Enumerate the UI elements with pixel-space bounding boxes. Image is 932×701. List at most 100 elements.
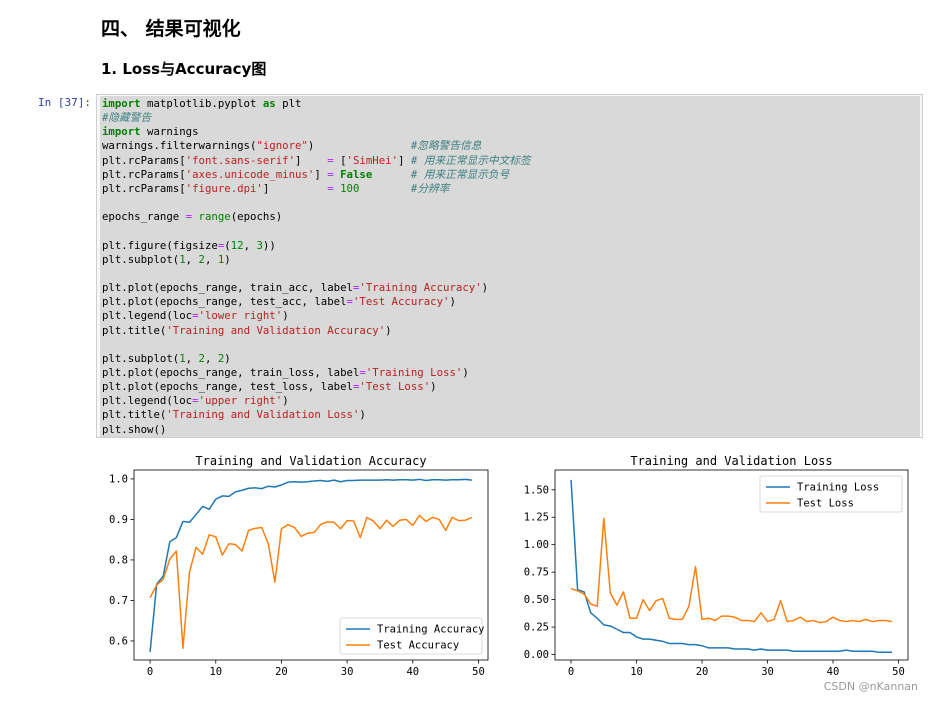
code-token: , xyxy=(185,252,199,266)
code-token: plt.plot(epochs_range, test_loss, label xyxy=(102,380,353,394)
code-token: 'Training Loss' xyxy=(365,365,463,379)
code-line: plt.legend(loc='lower right') xyxy=(102,309,289,322)
code-token: , xyxy=(204,252,218,266)
code-token: ] xyxy=(314,167,328,181)
code-token: )) xyxy=(262,238,276,252)
x-tick-label: 40 xyxy=(406,666,419,678)
code-token: , xyxy=(185,351,199,365)
code-token: warnings xyxy=(140,125,199,139)
x-tick-label: 10 xyxy=(209,666,222,678)
legend-label: Training Accuracy xyxy=(377,624,484,636)
code-token: plt.subplot( xyxy=(102,351,180,365)
code-token: as xyxy=(262,97,276,110)
code-token: #隐藏警告 xyxy=(102,111,152,125)
code-token: plt.rcParams[ xyxy=(102,181,186,195)
code-token: ) xyxy=(307,139,411,153)
x-tick-label: 30 xyxy=(341,666,354,678)
code-token: ) xyxy=(224,351,231,365)
code-token: 'upper right' xyxy=(198,394,283,408)
code-line: plt.rcParams['figure.dpi'] = 100 #分辨率 xyxy=(102,182,449,195)
x-tick-label: 40 xyxy=(827,666,840,678)
code-line: plt.legend(loc='upper right') xyxy=(102,394,289,407)
y-tick-label: 0.50 xyxy=(524,594,549,606)
code-line: import matplotlib.pyplot as plt xyxy=(102,97,302,110)
code-token: warnings.filterwarnings( xyxy=(102,139,257,153)
code-token: ) xyxy=(282,309,289,323)
code-token: epochs_range xyxy=(102,210,186,224)
code-line: import warnings xyxy=(102,125,199,138)
code-token: 'Test Accuracy' xyxy=(352,295,450,309)
code-token: plt.title( xyxy=(102,323,167,337)
x-tick-label: 0 xyxy=(147,666,153,678)
subsection-title: 1. Loss与Accuracy图 xyxy=(101,60,267,78)
legend-label: Test Loss xyxy=(797,498,854,510)
code-token: plt.legend(loc xyxy=(102,394,193,408)
code-token: plt xyxy=(275,97,302,110)
code-token: ] xyxy=(262,181,328,195)
cell-prompt: In [37]: xyxy=(38,96,91,109)
chart-title: Training and Validation Accuracy xyxy=(195,454,426,468)
code-token: , xyxy=(204,351,218,365)
code-token: ) xyxy=(385,323,392,337)
code-token: plt.rcParams[ xyxy=(102,167,186,181)
code-token: #忽略警告信息 xyxy=(410,139,482,153)
code-token: 'lower right' xyxy=(198,309,283,323)
code-token: [ xyxy=(333,153,347,167)
output-figure: Training and Validation Accuracy 0 10 20 30 4… xyxy=(109,454,909,678)
code-token: 'SimHei' xyxy=(346,153,399,167)
code-token: range xyxy=(198,210,231,224)
code-token: ) xyxy=(481,281,489,295)
chart-1: Training and Validation Accuracy 0 10 20 30 4… xyxy=(109,454,489,678)
code-line: plt.plot(epochs_range, test_loss, label=… xyxy=(102,380,437,393)
code-token: 'axes.unicode_minus' xyxy=(185,167,315,181)
legend-label: Training Loss xyxy=(797,482,879,494)
chart-title: Training and Validation Loss xyxy=(630,454,832,468)
code-cell[interactable]: import matplotlib.pyplot as plt #隐藏警告 im… xyxy=(96,94,923,438)
code-token: ) xyxy=(462,365,469,379)
code-token: plt.legend(loc xyxy=(102,309,193,323)
code-token: , xyxy=(243,238,257,252)
x-tick-label: 10 xyxy=(630,666,643,678)
code-token: 'Training Accuracy' xyxy=(359,281,482,295)
code-token: plt.title( xyxy=(102,408,167,422)
code-line: plt.rcParams['axes.unicode_minus'] = Fal… xyxy=(102,168,509,181)
x-tick-label: 20 xyxy=(696,666,709,678)
y-tick-label: 0.9 xyxy=(109,514,128,526)
code-line: plt.plot(epochs_range, train_loss, label… xyxy=(102,366,469,379)
code-token: # 用来正常显示中文标签 xyxy=(410,153,531,167)
code-token: plt.plot(epochs_range, train_loss, label xyxy=(102,365,360,379)
code-line: #隐藏警告 xyxy=(102,111,151,124)
y-tick-label: 0.25 xyxy=(524,622,549,634)
code-token: plt.subplot( xyxy=(102,252,180,266)
code-token: plt.figure(figsize xyxy=(102,238,218,252)
watermark: CSDN @nKannan xyxy=(823,680,918,693)
code-editor[interactable]: import matplotlib.pyplot as plt #隐藏警告 im… xyxy=(100,96,920,437)
y-tick-label: 1.25 xyxy=(524,512,549,524)
code-token: plt.rcParams[ xyxy=(102,153,186,167)
code-line: plt.subplot(1, 2, 2) xyxy=(102,352,231,365)
code-text[interactable]: import matplotlib.pyplot as plt #隐藏警告 im… xyxy=(100,96,920,437)
code-token: 'Training and Validation Accuracy' xyxy=(166,323,386,337)
y-tick-label: 1.00 xyxy=(524,539,549,551)
code-line: plt.rcParams['font.sans-serif'] = ['SimH… xyxy=(102,154,531,167)
y-tick-label: 0.7 xyxy=(109,595,128,607)
code-token: ) xyxy=(449,295,456,309)
y-tick-label: 1.50 xyxy=(524,484,549,496)
y-tick-label: 0.8 xyxy=(109,554,128,566)
y-tick-label: 0.75 xyxy=(524,567,549,579)
code-line: plt.plot(epochs_range, train_acc, label=… xyxy=(102,281,488,294)
code-line: warnings.filterwarnings("ignore") #忽略警告信… xyxy=(102,139,481,152)
code-line: plt.subplot(1, 2, 1) xyxy=(102,253,231,266)
code-token: "ignore" xyxy=(256,139,308,153)
code-line: plt.title('Training and Validation Loss'… xyxy=(102,408,366,421)
y-tick-label: 0.6 xyxy=(109,635,128,647)
code-token: ) xyxy=(224,252,231,266)
code-token: ) xyxy=(282,394,289,408)
code-token: 'font.sans-serif' xyxy=(185,153,296,167)
code-token: import xyxy=(102,125,141,139)
code-line: plt.show() xyxy=(102,423,166,436)
x-tick-label: 50 xyxy=(472,666,485,678)
code-line: plt.figure(figsize=(12, 3)) xyxy=(102,239,276,252)
